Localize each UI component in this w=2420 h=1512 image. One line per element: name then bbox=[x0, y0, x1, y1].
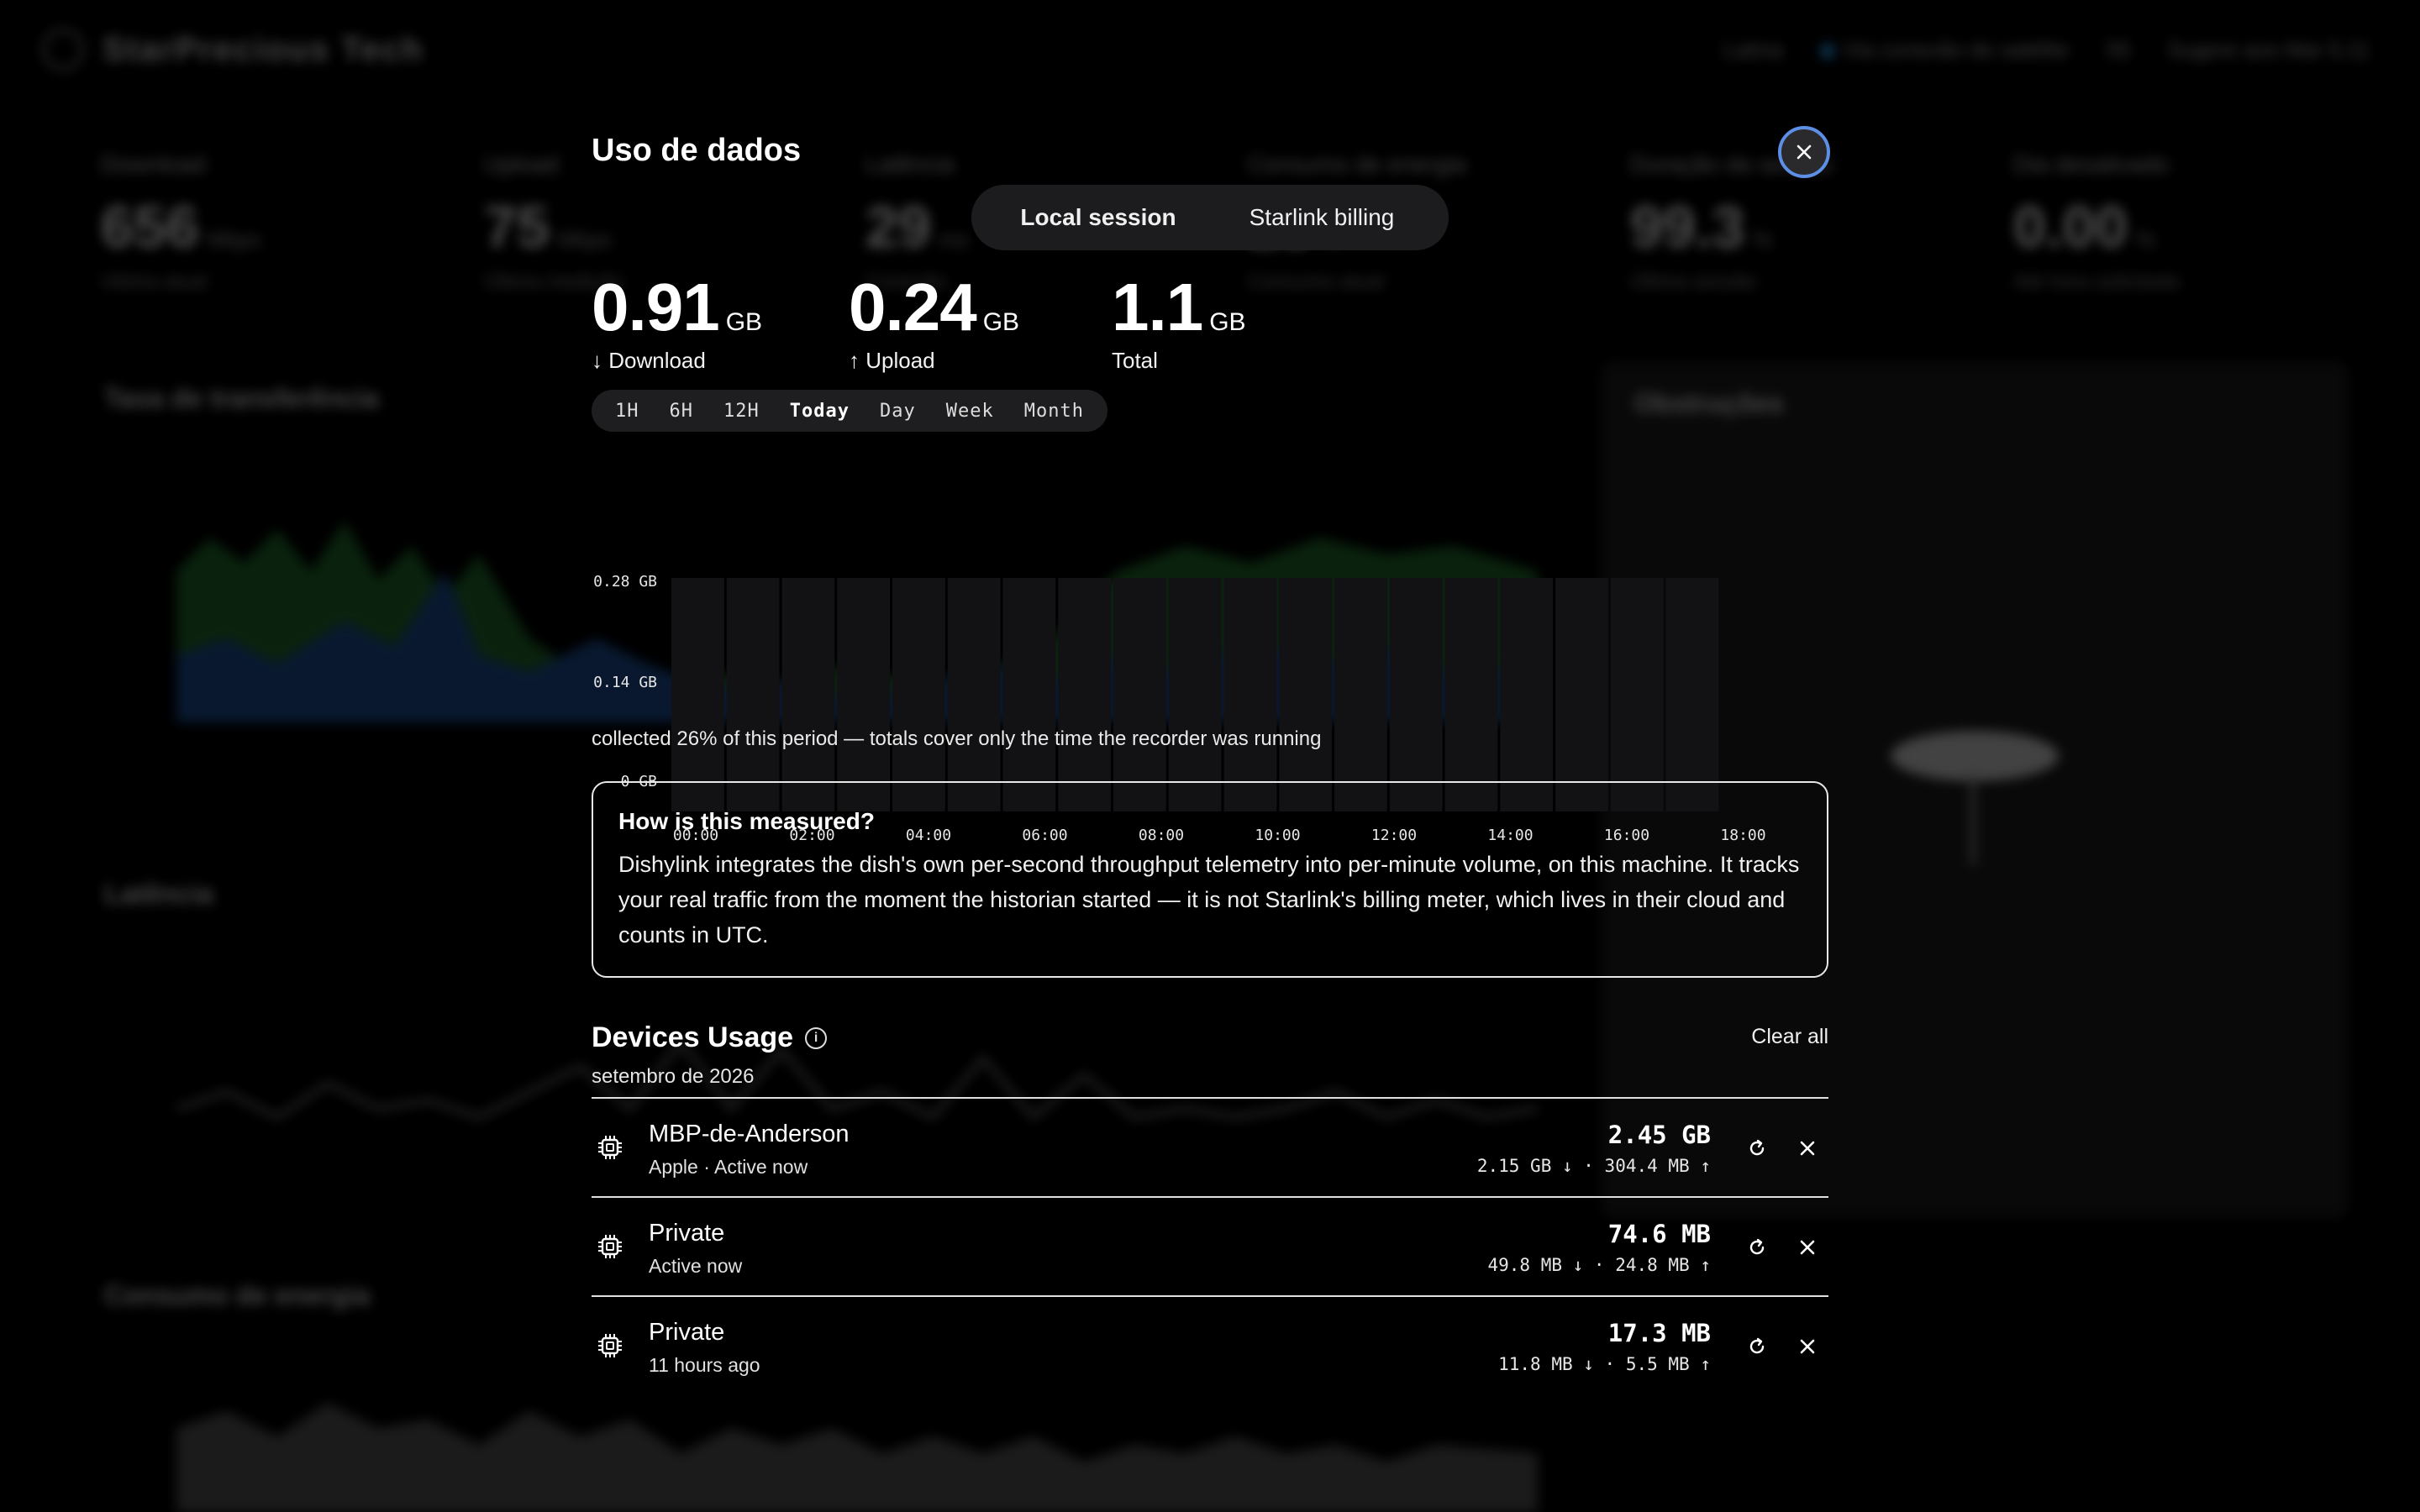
hour-column bbox=[892, 578, 945, 811]
hour-column bbox=[1555, 578, 1608, 811]
hour-column bbox=[781, 578, 835, 811]
hour-column bbox=[671, 578, 724, 811]
close-icon bbox=[1797, 144, 1812, 160]
reset-device-button[interactable] bbox=[1744, 1136, 1770, 1161]
device-total: 17.3 MB bbox=[1607, 1319, 1711, 1347]
device-row: Private Active now 74.6 MB 49.8 MB ↓ · 2… bbox=[592, 1196, 1828, 1295]
hour-column bbox=[1058, 578, 1112, 811]
device-split: 49.8 MB ↓ · 24.8 MB ↑ bbox=[1487, 1255, 1711, 1275]
devices-title: Devices Usage bbox=[592, 1021, 794, 1053]
upload-caption: ↑ Upload bbox=[849, 348, 935, 373]
hour-column bbox=[837, 578, 891, 811]
chip-icon bbox=[598, 1136, 622, 1159]
grand-total: 1.1 GB Total bbox=[1112, 270, 1246, 373]
collection-note: collected 26% of this period — totals co… bbox=[592, 727, 1322, 750]
device-name: Private bbox=[649, 1220, 725, 1247]
status-dot-icon bbox=[1819, 44, 1835, 60]
bg-stat: Download 656 Mbps Vitória atual bbox=[101, 151, 261, 293]
bg-panel-title: Consumo de energia bbox=[104, 1280, 371, 1310]
device-split: 11.8 MB ↓ · 5.5 MB ↑ bbox=[1498, 1354, 1711, 1374]
range-1h[interactable]: 1H bbox=[600, 401, 655, 422]
bg-nav: Latina Via conexão de satélite 55 Sugere… bbox=[1723, 37, 2370, 63]
remove-device-button[interactable] bbox=[1795, 1334, 1820, 1359]
hour-column bbox=[1389, 578, 1443, 811]
bg-panel-title: Latência bbox=[104, 879, 213, 909]
device-name: Private bbox=[649, 1319, 725, 1346]
info-icon[interactable]: i bbox=[805, 1026, 828, 1049]
refresh-icon bbox=[1749, 1238, 1765, 1255]
devices-header: Devices Usage i bbox=[592, 1021, 828, 1054]
modal-title: Uso de dados bbox=[592, 133, 802, 168]
data-usage-modal: Uso de dados Local session Starlink bill… bbox=[592, 126, 1830, 1512]
bg-logo-icon bbox=[42, 29, 84, 71]
hour-column bbox=[1279, 578, 1333, 811]
total-caption: Total bbox=[1112, 348, 1158, 373]
hour-column bbox=[1444, 578, 1498, 811]
range-6h[interactable]: 6H bbox=[655, 401, 709, 422]
time-range-selector: 1H 6H 12H Today Day Week Month bbox=[592, 390, 1107, 432]
chip-icon bbox=[598, 1334, 622, 1357]
close-icon bbox=[1800, 1141, 1815, 1156]
device-total: 2.45 GB bbox=[1607, 1121, 1711, 1149]
upload-total: 0.24 GB ↑ Upload bbox=[849, 270, 1020, 373]
source-tabs: Local session Starlink billing bbox=[971, 185, 1449, 250]
range-day[interactable]: Day bbox=[865, 401, 931, 422]
device-row: Private 11 hours ago 17.3 MB 11.8 MB ↓ ·… bbox=[592, 1295, 1828, 1394]
reset-device-button[interactable] bbox=[1744, 1235, 1770, 1260]
download-caption: ↓ Download bbox=[592, 348, 706, 373]
device-list: MBP-de-Anderson Apple · Active now 2.45 … bbox=[592, 1097, 1828, 1394]
range-week[interactable]: Week bbox=[931, 401, 1009, 422]
hour-column bbox=[1168, 578, 1222, 811]
range-12h[interactable]: 12H bbox=[708, 401, 775, 422]
hour-column bbox=[726, 578, 780, 811]
hour-column bbox=[1665, 578, 1719, 811]
device-meta: 11 hours ago bbox=[649, 1354, 760, 1376]
chip-icon bbox=[598, 1235, 622, 1258]
device-meta: Active now bbox=[649, 1255, 743, 1277]
device-meta: Apple · Active now bbox=[649, 1156, 808, 1178]
close-button[interactable] bbox=[1778, 126, 1830, 178]
y-tick-label: 0.28 GB bbox=[593, 573, 657, 591]
hour-column bbox=[1610, 578, 1664, 811]
reset-device-button[interactable] bbox=[1744, 1334, 1770, 1359]
device-total: 74.6 MB bbox=[1607, 1220, 1711, 1248]
download-total: 0.91 GB ↓ Download bbox=[592, 270, 763, 373]
measurement-info-box: How is this measured? Dishylink integrat… bbox=[592, 781, 1828, 978]
bg-panel-title: Taxa de transferência bbox=[104, 383, 379, 413]
y-tick-label: 0.14 GB bbox=[593, 674, 657, 691]
device-row: MBP-de-Anderson Apple · Active now 2.45 … bbox=[592, 1097, 1828, 1196]
refresh-icon bbox=[1749, 1337, 1765, 1354]
close-icon bbox=[1800, 1339, 1815, 1354]
bg-header: StarPrecious Tech bbox=[42, 29, 424, 71]
bg-nav-item: Via conexão de satélite bbox=[1819, 37, 2069, 63]
hour-column bbox=[947, 578, 1001, 811]
refresh-icon bbox=[1749, 1139, 1765, 1156]
remove-device-button[interactable] bbox=[1795, 1136, 1820, 1161]
bg-stat: Dia desativado 0.00% Até hora solicitada bbox=[2013, 151, 2180, 293]
hour-column bbox=[1002, 578, 1056, 811]
range-today[interactable]: Today bbox=[775, 401, 865, 422]
hour-column bbox=[1223, 578, 1277, 811]
close-icon bbox=[1800, 1240, 1815, 1255]
device-split: 2.15 GB ↓ · 304.4 MB ↑ bbox=[1476, 1156, 1711, 1176]
range-month[interactable]: Month bbox=[1009, 401, 1099, 422]
bg-brand: StarPrecious Tech bbox=[103, 30, 424, 68]
tab-starlink-billing[interactable]: Starlink billing bbox=[1210, 204, 1434, 231]
bg-nav-item: Latina bbox=[1723, 37, 1783, 62]
bg-nav-item: 55 bbox=[2106, 37, 2131, 62]
tab-local-session[interactable]: Local session bbox=[986, 204, 1210, 231]
bg-dish-stand bbox=[1970, 773, 1975, 865]
hour-column bbox=[1113, 578, 1166, 811]
clear-all-button[interactable]: Clear all bbox=[1751, 1025, 1828, 1049]
info-heading: How is this measured? bbox=[618, 808, 875, 834]
remove-device-button[interactable] bbox=[1795, 1235, 1820, 1260]
info-body: Dishylink integrates the dish's own per-… bbox=[618, 852, 1800, 948]
hour-column bbox=[1500, 578, 1554, 811]
bg-nav-item: Sugere aos Mar 5.11 bbox=[2167, 37, 2370, 62]
devices-month: setembro de 2026 bbox=[592, 1065, 755, 1088]
device-name: MBP-de-Anderson bbox=[649, 1121, 850, 1147]
hour-column bbox=[1334, 578, 1387, 811]
